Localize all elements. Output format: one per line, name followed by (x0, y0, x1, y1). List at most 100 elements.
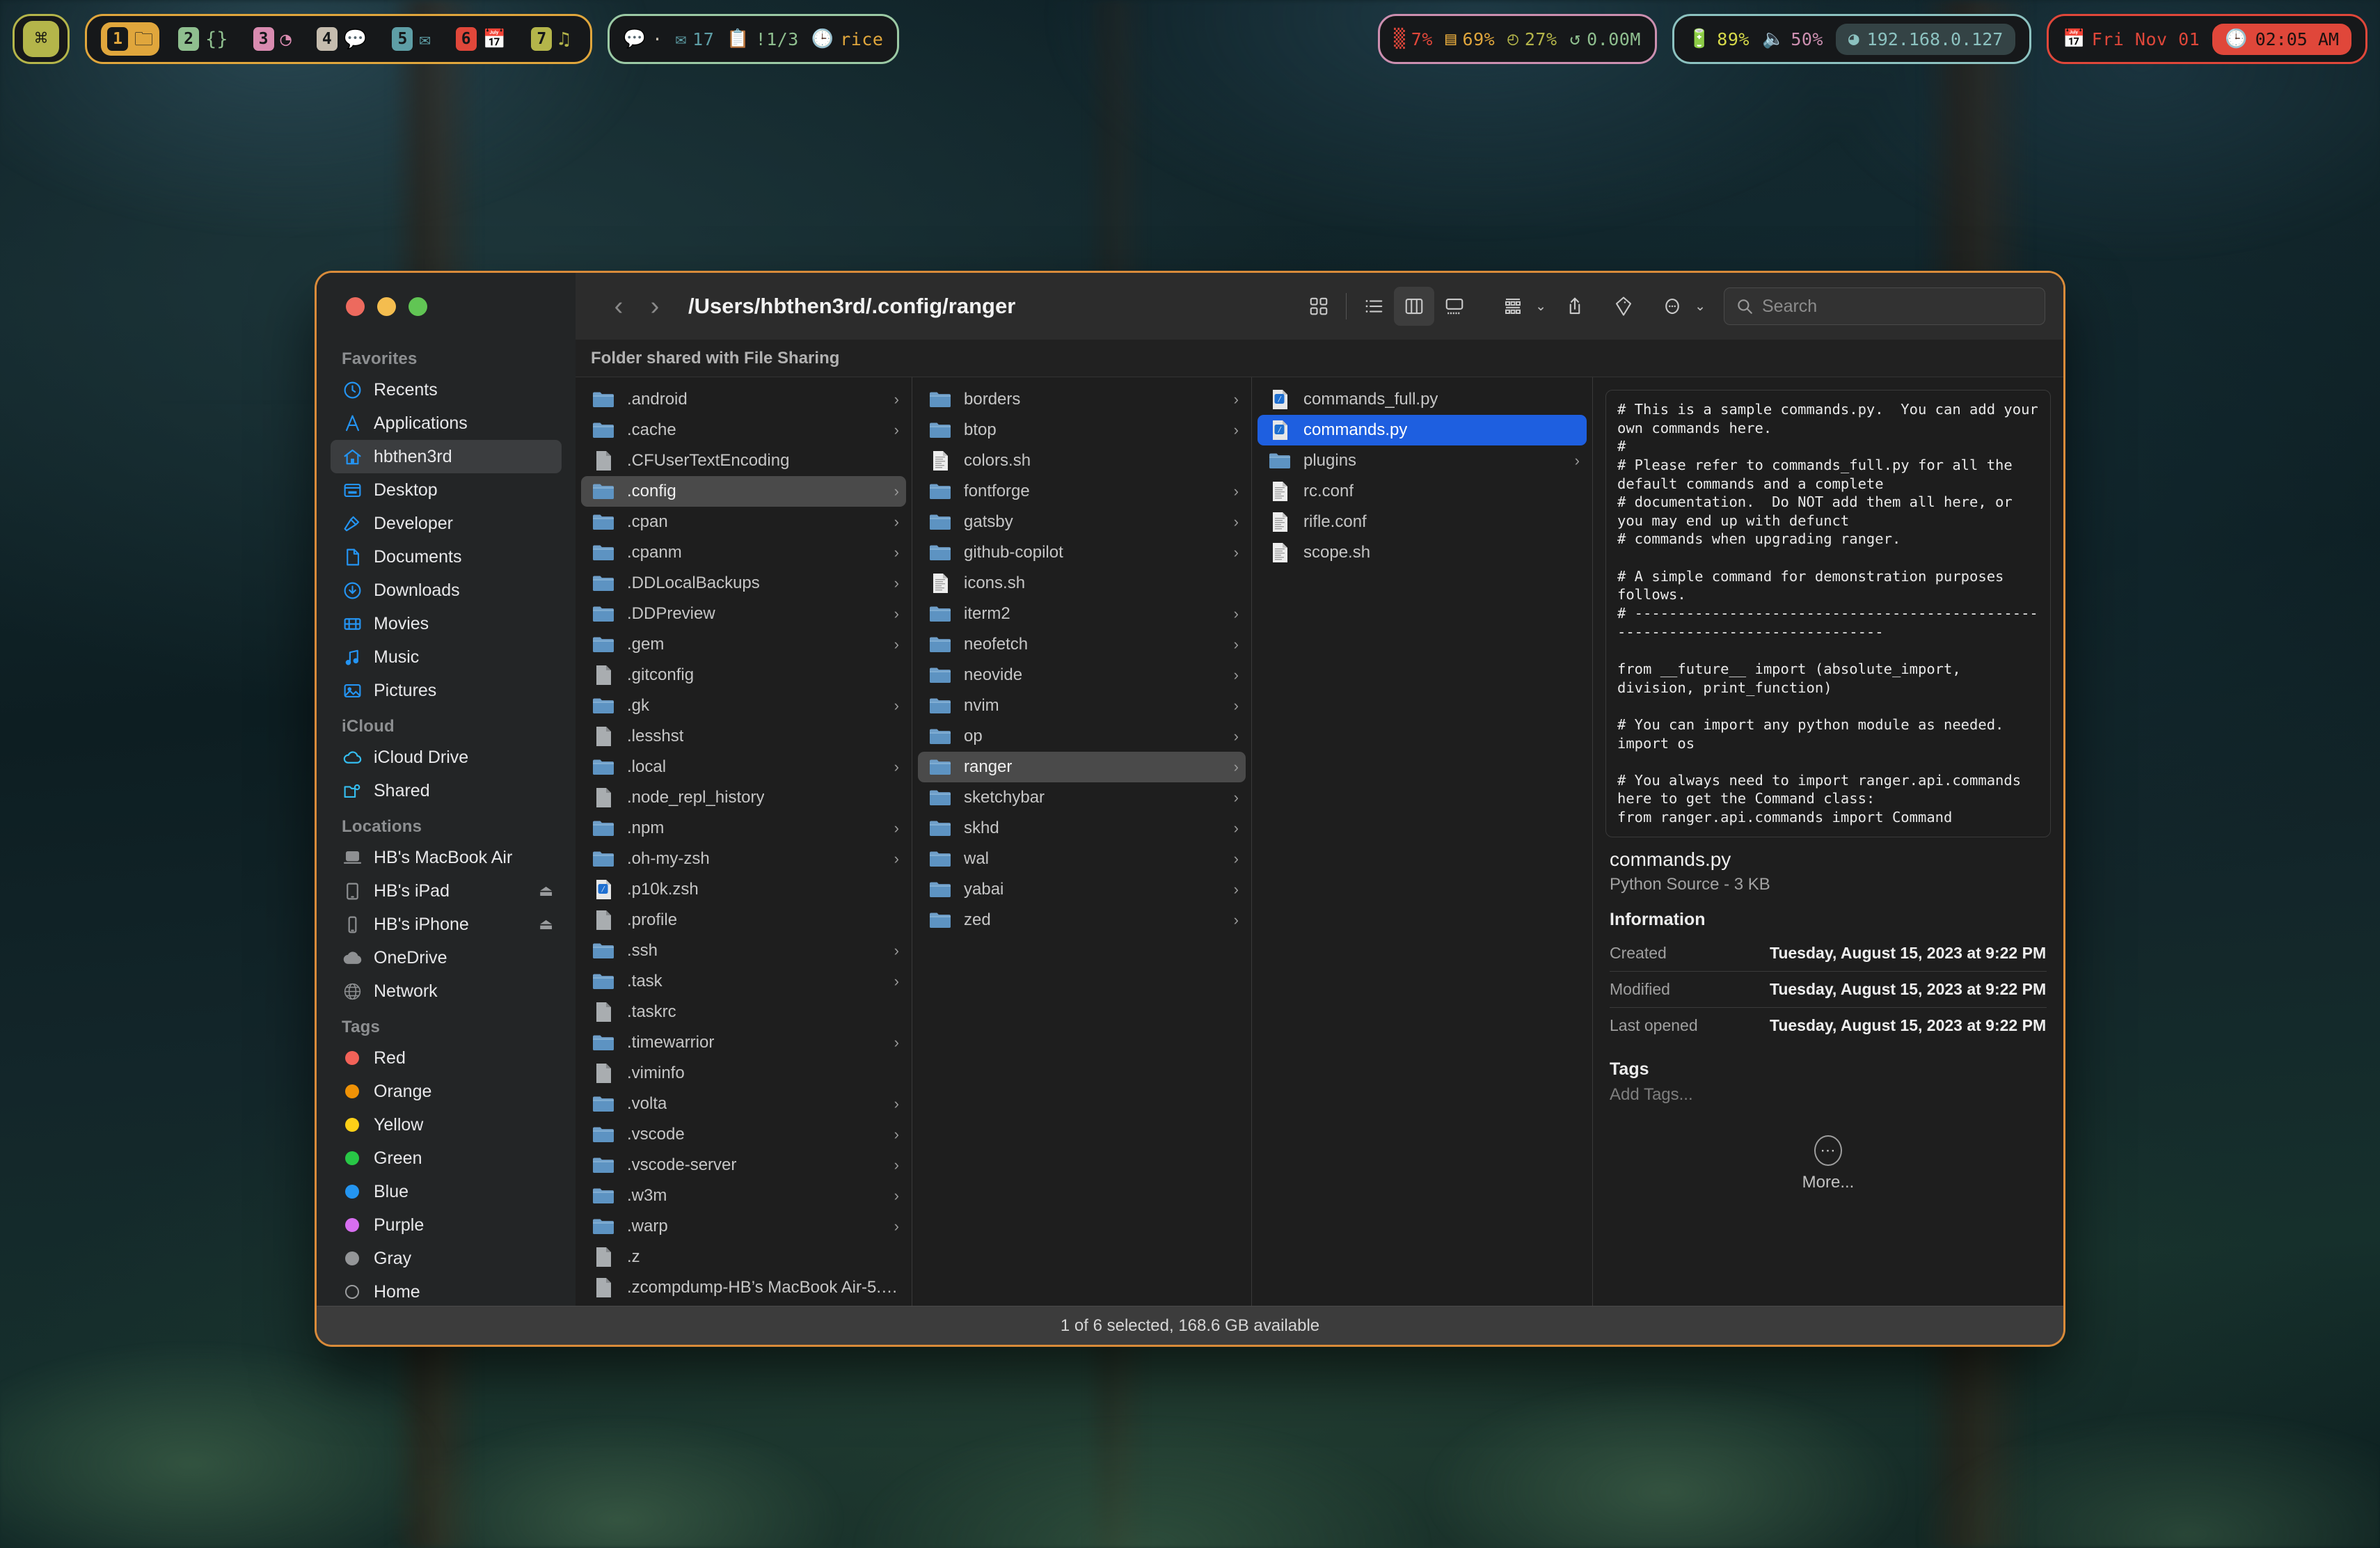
file-row[interactable]: ranger › (918, 752, 1246, 782)
file-row[interactable]: .gitconfig (581, 660, 906, 690)
volume-stat[interactable]: 🔈 50% (1762, 29, 1823, 49)
tasks-clipboard-stat[interactable]: 📋 !1/3 (727, 29, 799, 49)
column-home[interactable]: .android › .cache › .CFUserTextEncoding .conf… (576, 377, 912, 1306)
search-input[interactable]: Search (1724, 287, 2045, 325)
icon-view-icon[interactable] (1299, 287, 1339, 326)
file-row[interactable]: fontforge › (918, 476, 1246, 507)
chevron-down-icon[interactable]: ⌄ (1695, 299, 1706, 315)
sidebar-item-pictures[interactable]: Pictures (331, 674, 562, 707)
chat-bubble-stat[interactable]: 💬 · (624, 29, 663, 49)
wifi-pill[interactable]: ◕ 192.168.0.127 (1835, 23, 2016, 55)
space-5[interactable]: 5 ✉ (386, 22, 436, 56)
column-ranger[interactable]: / commands_full.py / commands.py plugins › rc.… (1252, 377, 1593, 1306)
sidebar-item-blue[interactable]: Blue (331, 1175, 562, 1208)
file-row[interactable]: .local › (581, 752, 906, 782)
file-row[interactable]: / .p10k.zsh (581, 874, 906, 905)
file-row[interactable]: yabai › (918, 874, 1246, 905)
chevron-down-icon[interactable]: ⌄ (1535, 299, 1546, 315)
file-row[interactable]: .cpan › (581, 507, 906, 537)
menubar-time-group[interactable]: 📅 Fri Nov 01 🕒 02:05 AM (2047, 14, 2367, 64)
file-row[interactable]: .vscode-server › (581, 1150, 906, 1180)
menubar-clock[interactable]: 🕒 02:05 AM (2212, 23, 2351, 55)
sidebar-item-yellow[interactable]: Yellow (331, 1108, 562, 1142)
file-row[interactable]: .zcompdump-HB’s MacBook Air-5.8.1 (581, 1272, 906, 1303)
file-row[interactable]: .task › (581, 966, 906, 997)
file-row[interactable]: btop › (918, 415, 1246, 445)
space-2[interactable]: 2 {} (172, 22, 235, 56)
file-row[interactable]: .oh-my-zsh › (581, 844, 906, 874)
file-row[interactable]: colors.sh (918, 445, 1246, 476)
sidebar-item-documents[interactable]: Documents (331, 540, 562, 574)
add-tags-field[interactable]: Add Tags... (1610, 1085, 2047, 1105)
minimize-button[interactable] (377, 297, 396, 316)
space-3[interactable]: 3 ◔ (247, 22, 298, 56)
sidebar-item-hb-s-iphone[interactable]: HB's iPhone ⏏ (331, 908, 562, 941)
clock-stat[interactable]: 🕒 rice (811, 29, 884, 49)
file-row[interactable]: nvim › (918, 690, 1246, 721)
sidebar-item-desktop[interactable]: Desktop (331, 473, 562, 507)
gauge-stat[interactable]: ◴ 27% (1507, 29, 1557, 49)
file-row[interactable]: .gem › (581, 629, 906, 660)
menubar-spaces-group[interactable]: 1 🗀 2{} 3 ◔ 4 💬 5 ✉ 6 📅 7 ♫ (85, 14, 592, 64)
file-row[interactable]: .w3m › (581, 1180, 906, 1211)
file-row[interactable]: .warp › (581, 1211, 906, 1242)
sidebar-item-onedrive[interactable]: OneDrive (331, 941, 562, 974)
menubar-stats-group[interactable]: 💬 · ✉ 17 📋 !1/3 🕒 rice (607, 14, 900, 64)
cpu-stat[interactable]: ▒ 7% (1394, 29, 1433, 49)
eject-icon[interactable]: ⏏ (539, 915, 553, 933)
file-row[interactable]: .taskrc (581, 997, 906, 1027)
file-row[interactable]: .vscode › (581, 1119, 906, 1150)
back-button[interactable]: ‹ (601, 293, 637, 319)
close-button[interactable] (346, 297, 365, 316)
file-row[interactable]: .config › (581, 476, 906, 507)
sidebar-item-red[interactable]: Red (331, 1041, 562, 1075)
file-row[interactable]: op › (918, 721, 1246, 752)
sidebar-item-downloads[interactable]: Downloads (331, 574, 562, 607)
sidebar-item-music[interactable]: Music (331, 640, 562, 674)
menubar-network-group[interactable]: 🔋 89% 🔈 50% ◕ 192.168.0.127 (1672, 14, 2032, 64)
file-row[interactable]: borders › (918, 384, 1246, 415)
forward-button[interactable]: › (637, 293, 673, 319)
eject-icon[interactable]: ⏏ (539, 882, 553, 900)
file-row[interactable]: .gk › (581, 690, 906, 721)
file-row[interactable]: .npm › (581, 813, 906, 844)
space-4[interactable]: 4 💬 (310, 22, 374, 56)
share-icon[interactable] (1555, 287, 1595, 326)
sidebar-item-hbthen3rd[interactable]: hbthen3rd (331, 440, 562, 473)
space-1[interactable]: 1 🗀 (101, 22, 159, 56)
column-config[interactable]: borders › btop › colors.sh fontforge › gatsby › g… (912, 377, 1252, 1306)
tag-icon[interactable] (1603, 287, 1644, 326)
file-row[interactable]: .CFUserTextEncoding (581, 445, 906, 476)
file-row[interactable]: sketchybar › (918, 782, 1246, 813)
file-row[interactable]: / commands.py (1258, 415, 1587, 445)
sidebar-item-icloud-drive[interactable]: iCloud Drive (331, 741, 562, 774)
file-row[interactable]: .android › (581, 384, 906, 415)
file-row[interactable]: .lesshst (581, 721, 906, 752)
column-view-icon[interactable] (1394, 287, 1435, 326)
file-row[interactable]: wal › (918, 844, 1246, 874)
sidebar-item-recents[interactable]: Recents (331, 373, 562, 406)
menubar-logo-group[interactable]: ⌘ (13, 14, 70, 64)
sidebar-item-green[interactable]: Green (331, 1142, 562, 1175)
sidebar-item-hb-s-ipad[interactable]: HB's iPad ⏏ (331, 874, 562, 908)
file-row[interactable]: neovide › (918, 660, 1246, 690)
sidebar-scroll-area[interactable]: Favorites Recents Applications hbthen3rd Des… (317, 340, 576, 1306)
sidebar-item-hb-s-macbook-air[interactable]: HB's MacBook Air (331, 841, 562, 874)
file-row[interactable]: rc.conf (1258, 476, 1587, 507)
file-row[interactable]: .cache › (581, 415, 906, 445)
more-button[interactable]: ⋯ More... (1610, 1135, 2047, 1192)
file-row[interactable]: .ssh › (581, 935, 906, 966)
file-row[interactable]: icons.sh (918, 568, 1246, 599)
file-row[interactable]: .cpanm › (581, 537, 906, 568)
file-row[interactable]: rifle.conf (1258, 507, 1587, 537)
space-7[interactable]: 7 ♫ (525, 22, 576, 56)
file-row[interactable]: .DDLocalBackups › (581, 568, 906, 599)
file-row[interactable]: / commands_full.py (1258, 384, 1587, 415)
file-row[interactable]: plugins › (1258, 445, 1587, 476)
file-row[interactable]: .z (581, 1242, 906, 1272)
file-row[interactable]: iterm2 › (918, 599, 1246, 629)
file-row[interactable]: scope.sh (1258, 537, 1587, 568)
file-row[interactable]: neofetch › (918, 629, 1246, 660)
file-row[interactable]: .viminfo (581, 1058, 906, 1089)
mail-stat[interactable]: ✉ 17 (676, 29, 715, 49)
